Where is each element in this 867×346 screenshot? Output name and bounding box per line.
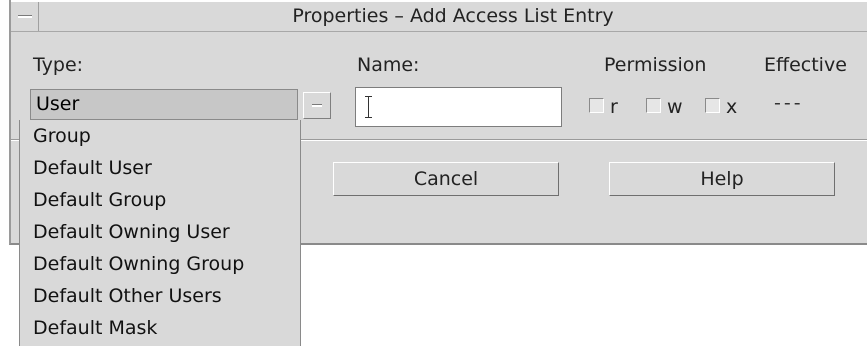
write-label: w bbox=[667, 96, 683, 118]
permission-write[interactable]: w bbox=[646, 96, 683, 118]
effective-value: --- bbox=[774, 92, 804, 114]
cancel-button[interactable]: Cancel bbox=[333, 162, 559, 196]
dropdown-option[interactable]: Default Owning Group bbox=[33, 253, 244, 275]
permission-label: Permission bbox=[604, 54, 707, 76]
name-label: Name: bbox=[357, 54, 420, 76]
permission-read[interactable]: r bbox=[589, 96, 618, 118]
dropdown-icon bbox=[312, 104, 322, 107]
window-title: Properties – Add Access List Entry bbox=[292, 5, 614, 27]
execute-label: x bbox=[726, 96, 738, 118]
dropdown-option[interactable]: Group bbox=[33, 125, 91, 147]
type-dropdown-list: Group Default User Default Group Default… bbox=[19, 120, 301, 346]
dropdown-option[interactable]: Default User bbox=[33, 157, 152, 179]
effective-label: Effective bbox=[764, 54, 847, 76]
permission-execute[interactable]: x bbox=[705, 96, 737, 118]
dropdown-option[interactable]: Default Other Users bbox=[33, 285, 222, 307]
type-label: Type: bbox=[33, 54, 84, 76]
dropdown-option[interactable]: Default Mask bbox=[33, 317, 157, 339]
window-menu-button[interactable] bbox=[11, 2, 39, 31]
execute-checkbox[interactable] bbox=[705, 98, 720, 113]
read-label: r bbox=[610, 96, 618, 118]
help-button[interactable]: Help bbox=[609, 162, 835, 196]
text-cursor-icon bbox=[364, 96, 374, 118]
title-bar: Properties – Add Access List Entry bbox=[11, 0, 867, 32]
type-select-button[interactable] bbox=[303, 92, 331, 119]
read-checkbox[interactable] bbox=[589, 98, 604, 113]
dropdown-option[interactable]: Default Owning User bbox=[33, 221, 230, 243]
write-checkbox[interactable] bbox=[646, 98, 661, 113]
dropdown-option[interactable]: Default Group bbox=[33, 189, 166, 211]
name-input[interactable] bbox=[355, 87, 562, 127]
window-menu-icon bbox=[18, 15, 32, 18]
type-select[interactable]: User bbox=[30, 89, 298, 120]
